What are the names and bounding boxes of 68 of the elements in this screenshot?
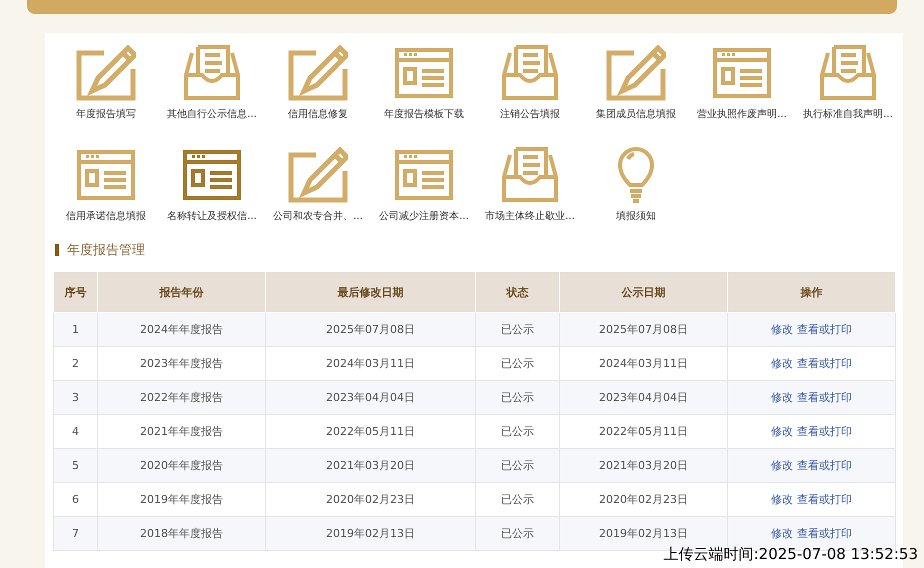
table-cell: 2020年年度报告 [98, 448, 266, 482]
table-cell: 2022年年度报告 [98, 380, 266, 414]
shortcut-tile[interactable]: 信用信息修复 [265, 45, 371, 121]
section-title: 年度报告管理 [67, 242, 145, 259]
action-link[interactable]: 修改 [771, 391, 793, 404]
action-link[interactable]: 查看或打印 [797, 323, 852, 336]
section-marker [55, 244, 59, 256]
shortcut-tile[interactable]: 执行标准自我声明... [795, 45, 901, 121]
inbox-icon [500, 45, 560, 101]
inbox-icon [500, 147, 560, 203]
action-link[interactable]: 查看或打印 [797, 391, 852, 404]
table-cell: 2025年07月08日 [560, 312, 728, 346]
action-link[interactable]: 查看或打印 [797, 425, 852, 438]
pencil-icon [288, 147, 348, 203]
shortcut-tile[interactable]: 填报须知 [583, 147, 689, 223]
column-header: 操作 [728, 272, 896, 312]
pencil-icon [606, 45, 666, 101]
webpage-icon [182, 147, 242, 203]
shortcut-tile[interactable]: 其他自行公示信息... [159, 45, 265, 121]
table-cell: 2023年04月04日 [266, 380, 476, 414]
table-cell: 已公示 [476, 380, 560, 414]
action-link[interactable]: 修改 [771, 527, 793, 540]
inbox-icon [818, 45, 878, 101]
table-cell: 2024年年度报告 [98, 312, 266, 346]
shortcut-tile[interactable]: 公司减少注册资本... [371, 147, 477, 223]
action-link[interactable]: 查看或打印 [797, 357, 852, 370]
shortcut-tile[interactable]: 市场主体终止歇业... [477, 147, 583, 223]
table-cell: 已公示 [476, 516, 560, 550]
shortcut-tile[interactable]: 信用承诺信息填报 [53, 147, 159, 223]
action-link[interactable]: 查看或打印 [797, 527, 852, 540]
shortcut-tile[interactable]: 集团成员信息填报 [583, 45, 689, 121]
table-cell: 2025年07月08日 [266, 312, 476, 346]
action-link[interactable]: 修改 [771, 425, 793, 438]
table-cell: 3 [54, 380, 98, 414]
column-header: 状态 [476, 272, 560, 312]
pencil-icon [76, 45, 136, 101]
shortcut-tile[interactable]: 公司和农专合并、... [265, 147, 371, 223]
action-link[interactable]: 修改 [771, 493, 793, 506]
table-cell: 已公示 [476, 312, 560, 346]
shortcut-tile[interactable]: 年度报告填写 [53, 45, 159, 121]
shortcut-tile[interactable]: 年度报告模板下载 [371, 45, 477, 121]
table-cell: 1 [54, 312, 98, 346]
action-link[interactable]: 修改 [771, 323, 793, 336]
column-header: 序号 [54, 272, 98, 312]
column-header: 最后修改日期 [266, 272, 476, 312]
inbox-icon [182, 45, 242, 101]
shortcut-tile[interactable]: 名称转让及授权信... [159, 147, 265, 223]
action-link[interactable]: 查看或打印 [797, 459, 852, 472]
webpage-icon [712, 45, 772, 101]
shortcut-tile[interactable]: 营业执照作废声明... [689, 45, 795, 121]
table-cell: 7 [54, 516, 98, 550]
action-link[interactable]: 修改 [771, 357, 793, 370]
table-cell: 2021年03月20日 [560, 448, 728, 482]
table-cell: 2021年03月20日 [266, 448, 476, 482]
webpage-icon [76, 147, 136, 203]
table-cell: 2019年02月13日 [266, 516, 476, 550]
action-link[interactable]: 修改 [771, 459, 793, 472]
table-cell: 2018年年度报告 [98, 516, 266, 550]
pencil-icon [288, 45, 348, 101]
column-header: 公示日期 [560, 272, 728, 312]
webpage-icon [394, 45, 454, 101]
column-header: 报告年份 [98, 272, 266, 312]
action-link[interactable]: 查看或打印 [797, 493, 852, 506]
webpage-icon [394, 147, 454, 203]
table-cell: 5 [54, 448, 98, 482]
table-cell: 2023年04月04日 [560, 380, 728, 414]
table-cell: 已公示 [476, 448, 560, 482]
shortcut-tile[interactable]: 注销公告填报 [477, 45, 583, 121]
